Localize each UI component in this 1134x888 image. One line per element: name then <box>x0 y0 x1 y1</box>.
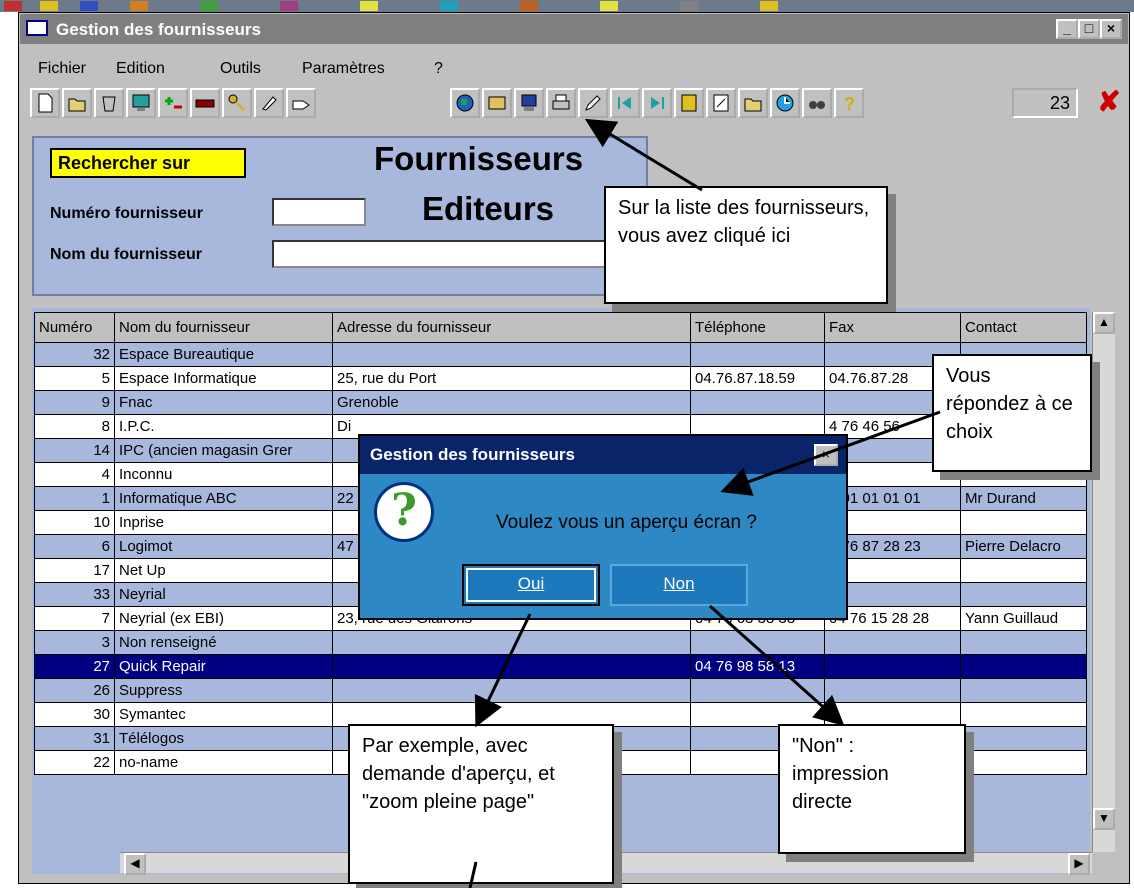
callout-arrows <box>468 118 941 888</box>
